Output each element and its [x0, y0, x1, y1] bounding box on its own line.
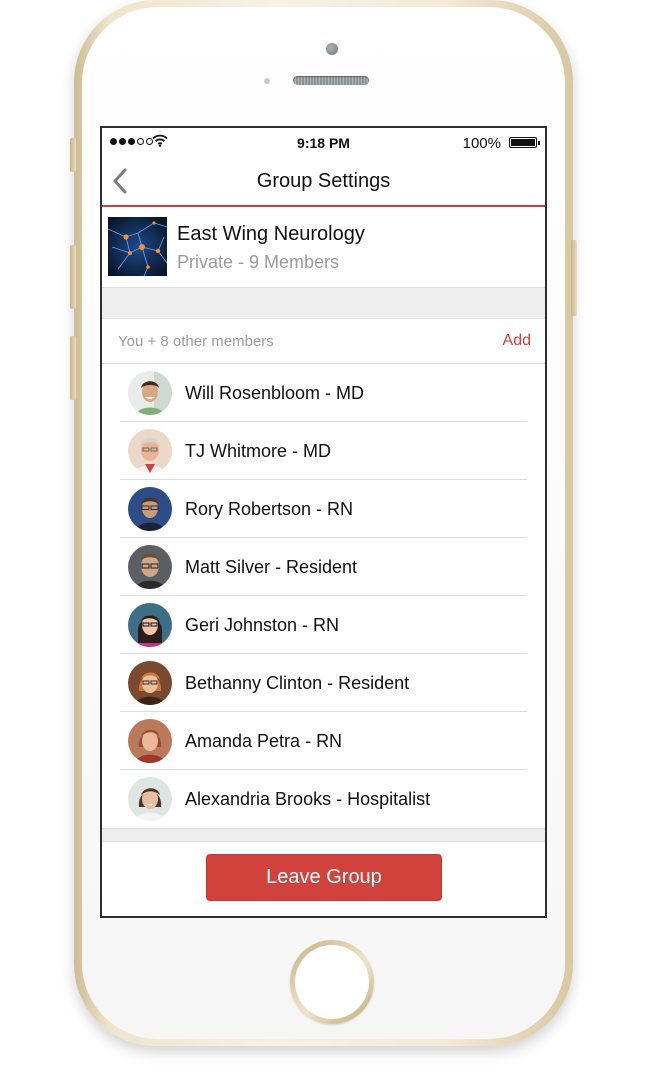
member-list: Will Rosenbloom - MD TJ Whitmore - MD Ro…: [102, 364, 545, 828]
member-name: Will Rosenbloom - MD: [185, 383, 365, 403]
member-row[interactable]: Bethanny Clinton - Resident: [102, 654, 545, 712]
avatar: [128, 429, 172, 473]
section-spacer: [102, 287, 545, 319]
member-name: TJ Whitmore - MD: [185, 441, 331, 461]
earpiece-speaker: [293, 76, 369, 85]
member-name: Amanda Petra - RN: [185, 731, 343, 751]
volume-down-button: [70, 336, 76, 400]
member-name: Geri Johnston - RN: [185, 615, 340, 635]
members-count: You + 8 other members: [118, 333, 274, 350]
avatar: [128, 603, 172, 647]
group-header: East Wing Neurology Private - 9 Members: [102, 207, 545, 287]
member-row[interactable]: Geri Johnston - RN: [102, 596, 545, 654]
avatar: [128, 719, 172, 763]
group-subtitle: Private - 9 Members: [177, 252, 340, 272]
page-title: Group Settings: [256, 170, 391, 192]
volume-up-button: [70, 245, 76, 309]
group-image-neurons: [108, 217, 167, 276]
home-button[interactable]: [290, 940, 374, 1024]
mute-switch: [70, 138, 76, 172]
navigation-bar: Group Settings: [102, 156, 545, 207]
leave-group-button[interactable]: Leave Group: [206, 854, 442, 901]
member-row[interactable]: Will Rosenbloom - MD: [102, 364, 545, 422]
power-button: [571, 240, 577, 316]
avatar: [128, 661, 172, 705]
add-member-button[interactable]: Add: [503, 332, 531, 350]
member-name: Rory Robertson - RN: [185, 499, 354, 519]
avatar: [128, 371, 172, 415]
avatar: [128, 487, 172, 531]
proximity-sensor: [264, 78, 270, 84]
member-row[interactable]: Matt Silver - Resident: [102, 538, 545, 596]
member-row[interactable]: Alexandria Brooks - Hospitalist: [102, 770, 545, 828]
members-header: You + 8 other members Add: [102, 319, 545, 364]
group-name: East Wing Neurology: [177, 223, 365, 245]
avatar: [128, 545, 172, 589]
section-spacer: [102, 828, 545, 842]
app-screen: 9:18 PM 100% Group Settings East Wing Ne…: [100, 126, 547, 918]
member-name: Bethanny Clinton - Resident: [185, 673, 410, 693]
front-camera: [326, 43, 338, 55]
status-bar: 9:18 PM 100%: [102, 128, 545, 156]
battery-icon: [509, 137, 540, 148]
member-row[interactable]: Rory Robertson - RN: [102, 480, 545, 538]
battery-percentage: 100%: [462, 135, 501, 152]
member-row[interactable]: TJ Whitmore - MD: [102, 422, 545, 480]
member-name: Alexandria Brooks - Hospitalist: [185, 789, 431, 809]
member-name: Matt Silver - Resident: [185, 557, 358, 577]
member-row[interactable]: Amanda Petra - RN: [102, 712, 545, 770]
avatar: [128, 777, 172, 821]
